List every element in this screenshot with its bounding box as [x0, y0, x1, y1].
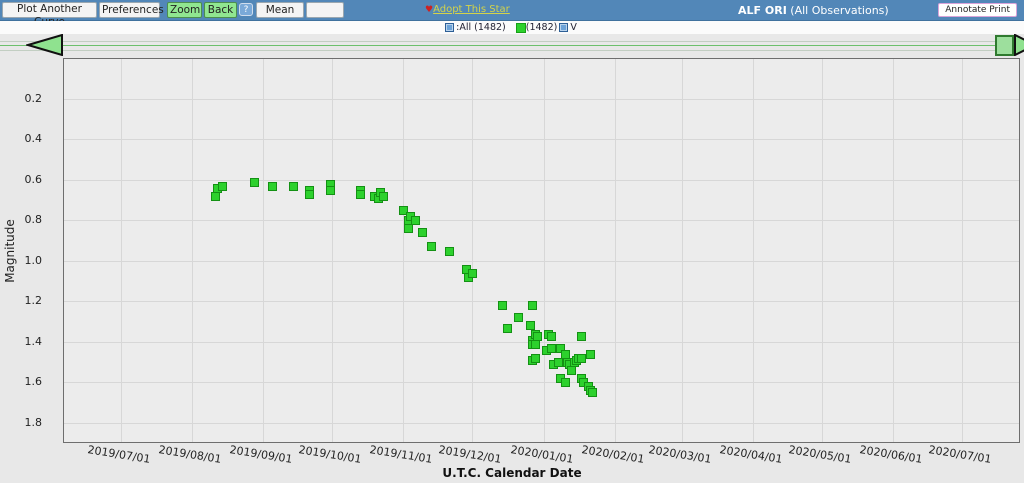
data-point[interactable] [411, 216, 420, 225]
data-point[interactable] [445, 247, 454, 256]
data-point[interactable] [468, 269, 477, 278]
v-band-checkbox[interactable] [559, 23, 568, 32]
x-tick-label: 2020/01/01 [501, 442, 582, 467]
data-point[interactable] [379, 192, 388, 201]
data-point[interactable] [554, 358, 563, 367]
star-suffix: (All Observations) [787, 4, 889, 17]
toolbar-button-mean[interactable]: Mean [256, 2, 304, 18]
toolbar-button-plot-another-curve[interactable]: Plot Another Curve [2, 2, 97, 18]
data-point[interactable] [503, 324, 512, 333]
star-title: ALF ORI (All Observations) [738, 4, 889, 17]
y-tick-label: 1.4 [0, 335, 42, 348]
x-tick-label: 2019/12/01 [429, 442, 510, 467]
data-point[interactable] [528, 301, 537, 310]
star-name: ALF ORI [738, 4, 787, 17]
y-tick-label: 1.0 [0, 254, 42, 267]
adopt-this-star-label: Adopt This Star [433, 4, 510, 15]
data-point[interactable] [326, 186, 335, 195]
data-point[interactable] [586, 350, 595, 359]
data-point[interactable] [547, 344, 556, 353]
x-tick-label: 2019/10/01 [289, 442, 370, 467]
toolbar-button-preferences[interactable]: Preferences [99, 2, 160, 18]
all-series-label: :All (1482) [456, 22, 506, 33]
data-point[interactable] [211, 192, 220, 201]
toolbar-button-help[interactable]: ? [239, 3, 253, 16]
data-point[interactable] [567, 366, 576, 375]
y-tick-label: 1.2 [0, 294, 42, 307]
toolbar-button-back[interactable]: Back [204, 2, 237, 18]
y-tick-label: 0.8 [0, 213, 42, 226]
x-tick-label: 2020/05/01 [779, 442, 860, 467]
slider-track-line [0, 45, 1024, 46]
x-tick-label: 2019/07/01 [78, 442, 159, 467]
data-point[interactable] [526, 321, 535, 330]
annotate-print-button[interactable]: Annotate Print [938, 3, 1017, 17]
toolbar: Plot Another CurvePreferences ZoomBack?Me… [0, 0, 1024, 21]
data-point[interactable] [356, 190, 365, 199]
v-band-label: V [570, 22, 577, 33]
x-tick-label: 2019/08/01 [149, 442, 230, 467]
y-tick-label: 0.2 [0, 92, 42, 105]
slider-track[interactable] [0, 41, 1024, 51]
data-point[interactable] [514, 313, 523, 322]
toolbar-button-zoom[interactable]: Zoom [167, 2, 202, 18]
legend: :All (1482) (1482) V [0, 21, 1024, 34]
data-point[interactable] [533, 332, 542, 341]
slider-right-arrow-icon[interactable] [1013, 34, 1024, 56]
v-band-count-label: (1482) [526, 22, 558, 33]
data-point[interactable] [588, 388, 597, 397]
data-point[interactable] [305, 190, 314, 199]
toolbar-button-blank[interactable] [306, 2, 344, 18]
data-point[interactable] [561, 378, 570, 387]
data-point[interactable] [547, 332, 556, 341]
data-point[interactable] [531, 340, 540, 349]
data-point[interactable] [418, 228, 427, 237]
data-point[interactable] [531, 354, 540, 363]
data-point[interactable] [250, 178, 259, 187]
all-series-checkbox[interactable] [445, 23, 454, 32]
adopt-this-star-link[interactable]: ♥Adopt This Star [425, 4, 510, 15]
y-tick-label: 0.6 [0, 173, 42, 186]
data-point[interactable] [268, 182, 277, 191]
lcg-plotter: Plot Another CurvePreferences ZoomBack?Me… [0, 0, 1024, 483]
data-point[interactable] [577, 354, 586, 363]
data-point[interactable] [218, 182, 227, 191]
data-point[interactable] [577, 332, 586, 341]
slider-left-arrow-icon[interactable] [26, 34, 64, 56]
heart-icon: ♥ [425, 5, 433, 15]
y-tick-label: 1.6 [0, 375, 42, 388]
data-point[interactable] [289, 182, 298, 191]
x-axis-title: U.T.C. Calendar Date [382, 466, 642, 480]
slider-handle[interactable] [995, 35, 1014, 56]
x-tick-label: 2020/07/01 [919, 442, 1000, 467]
data-point[interactable] [427, 242, 436, 251]
time-range-slider [0, 34, 1024, 58]
data-point[interactable] [498, 301, 507, 310]
data-point[interactable] [404, 224, 413, 233]
y-tick-label: 0.4 [0, 132, 42, 145]
v-band-swatch [516, 23, 526, 33]
plot-border [63, 58, 1020, 443]
y-tick-label: 1.8 [0, 416, 42, 429]
